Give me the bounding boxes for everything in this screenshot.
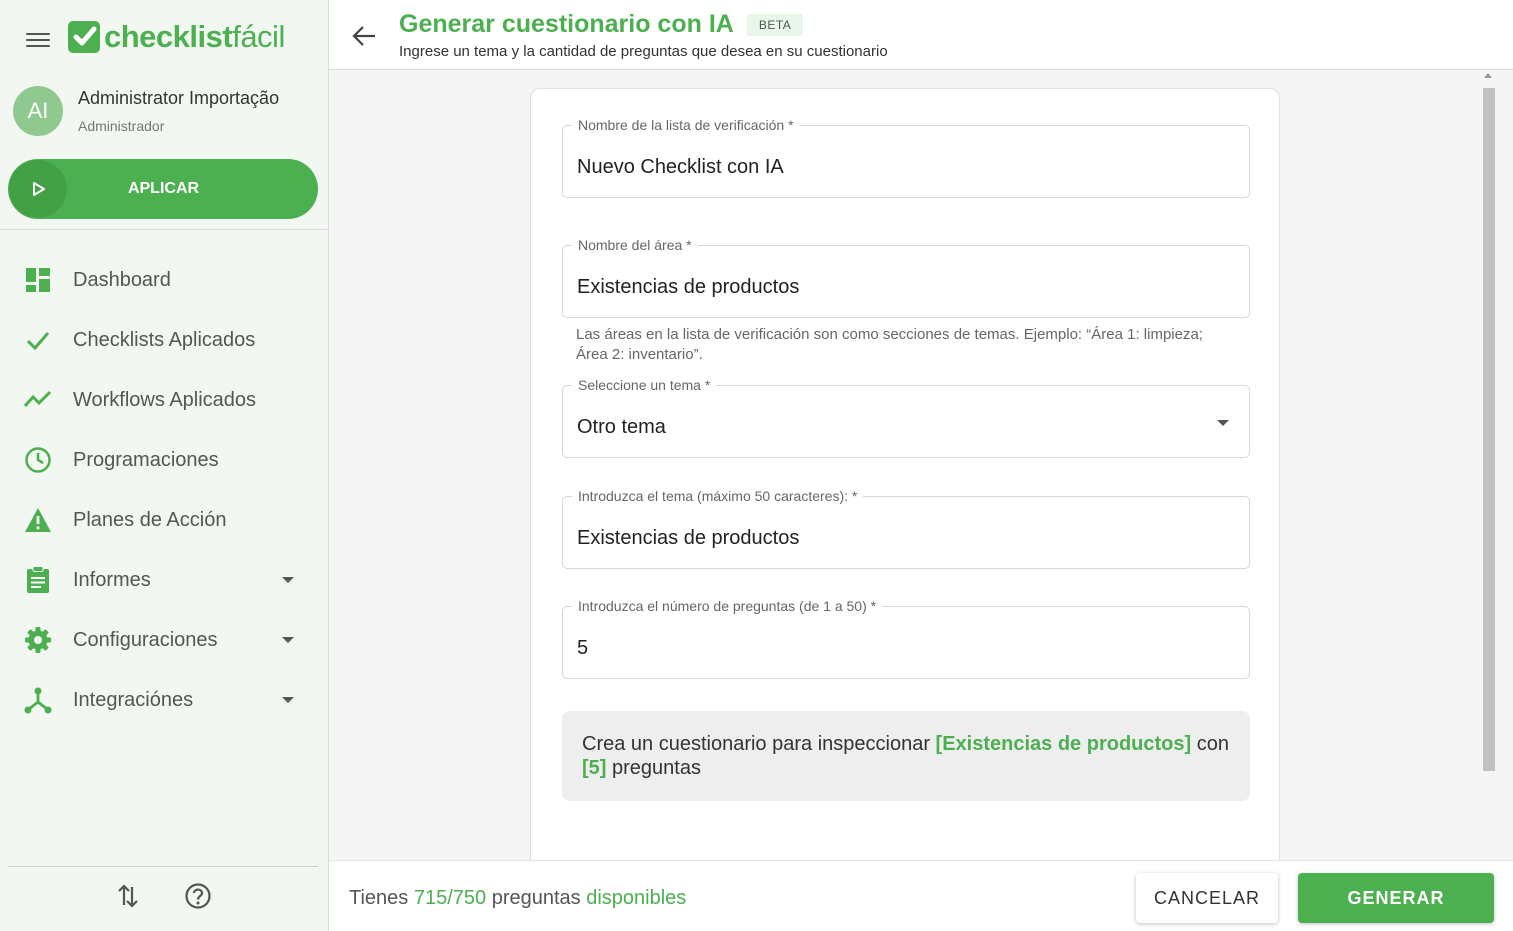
topic-input-field[interactable]: Introduzca el tema (máximo 50 caracteres… xyxy=(562,488,1250,569)
gear-icon xyxy=(24,626,52,654)
sidebar-item-label: Workflows Aplicados xyxy=(73,388,257,411)
sidebar-item-label: Informes xyxy=(73,568,151,591)
hub-icon xyxy=(24,686,52,714)
warning-icon xyxy=(24,506,52,534)
help-icon[interactable] xyxy=(184,882,212,910)
sidebar-item-reports[interactable]: Informes xyxy=(0,550,328,610)
back-arrow-icon[interactable] xyxy=(351,22,379,50)
page-title: Generar cuestionario con IA xyxy=(399,10,734,38)
sidebar-item-label: Programaciones xyxy=(73,448,219,471)
sidebar: checklistfácil AI Administrator Importaç… xyxy=(0,0,329,931)
generate-button[interactable]: GENERAR xyxy=(1298,873,1494,923)
field-label: Nombre del área * xyxy=(572,237,698,253)
trend-icon xyxy=(24,386,52,414)
apply-button-label: APLICAR xyxy=(127,180,200,197)
questions-available: Tienes 715/750 preguntas disponibles xyxy=(349,887,687,909)
user-name: Administrator Importação xyxy=(78,88,280,108)
clock-icon xyxy=(24,446,52,474)
topic-select-value[interactable]: Otro tema xyxy=(577,416,666,439)
sidebar-nav: Dashboard Checklists Aplicados Workflows… xyxy=(0,250,328,730)
chevron-down-icon[interactable] xyxy=(282,577,294,583)
sidebar-item-workflows[interactable]: Workflows Aplicados xyxy=(0,370,328,430)
beta-badge: BETA xyxy=(746,13,804,36)
topic-input[interactable]: Existencias de productos xyxy=(577,527,799,550)
scrollbar[interactable] xyxy=(1481,70,1513,860)
avatar: AI xyxy=(13,86,63,136)
area-helper-text: Las áreas en la lista de verificación so… xyxy=(576,326,1203,363)
field-label: Nombre de la lista de verificación * xyxy=(572,117,800,133)
question-count-field[interactable]: Introduzca el número de preguntas (de 1 … xyxy=(562,598,1250,679)
scrollbar-thumb[interactable] xyxy=(1483,88,1495,771)
question-count-input[interactable]: 5 xyxy=(577,637,588,660)
checklist-name-field[interactable]: Nombre de la lista de verificación * Nue… xyxy=(562,117,1250,198)
user-role: Administrador xyxy=(78,118,165,134)
page-footer: Tienes 715/750 preguntas disponibles CAN… xyxy=(329,860,1513,931)
sidebar-item-label: Checklists Aplicados xyxy=(73,328,256,351)
sidebar-item-schedules[interactable]: Programaciones xyxy=(0,430,328,490)
logo-check-icon xyxy=(68,21,100,53)
sidebar-item-label: Dashboard xyxy=(73,268,171,291)
sidebar-item-dashboard[interactable]: Dashboard xyxy=(0,250,328,310)
sidebar-item-action-plans[interactable]: Planes de Acción xyxy=(0,490,328,550)
check-icon xyxy=(24,326,52,354)
main-content: Nombre de la lista de verificación * Nue… xyxy=(329,70,1481,860)
chevron-down-icon[interactable] xyxy=(1217,420,1229,426)
topic-select[interactable]: Seleccione un tema * Otro tema xyxy=(562,377,1250,458)
dashboard-icon xyxy=(24,266,52,294)
sidebar-item-label: Planes de Acción xyxy=(73,508,227,531)
clipboard-icon xyxy=(24,566,52,594)
user-profile: AI Administrator Importação Administrado… xyxy=(13,86,279,136)
form-card: Nombre de la lista de verificación * Nue… xyxy=(530,88,1280,860)
checklist-name-input[interactable]: Nuevo Checklist con IA xyxy=(577,156,784,179)
chevron-down-icon[interactable] xyxy=(282,697,294,703)
field-label: Introduzca el número de preguntas (de 1 … xyxy=(572,598,883,614)
sidebar-item-settings[interactable]: Configuraciones xyxy=(0,610,328,670)
chevron-down-icon[interactable] xyxy=(282,637,294,643)
summary-count: [5] xyxy=(582,757,607,779)
area-name-field[interactable]: Nombre del área * Existencias de product… xyxy=(562,237,1250,318)
area-name-input[interactable]: Existencias de productos xyxy=(577,276,799,299)
sidebar-item-label: Integraciónes xyxy=(73,688,194,711)
summary-text: con xyxy=(1191,733,1229,755)
menu-icon[interactable] xyxy=(26,30,50,48)
play-icon xyxy=(9,160,67,218)
swap-vertical-icon[interactable] xyxy=(114,882,142,910)
summary-topic: [Existencias de productos] xyxy=(935,733,1192,755)
logo-text: checklistfácil xyxy=(104,19,285,54)
field-label: Seleccione un tema * xyxy=(572,377,717,393)
apply-button[interactable]: APLICAR xyxy=(8,159,318,219)
divider xyxy=(0,229,328,230)
sidebar-item-label: Configuraciones xyxy=(73,628,218,651)
sidebar-item-integrations[interactable]: Integraciónes xyxy=(0,670,328,730)
sidebar-item-checklists[interactable]: Checklists Aplicados xyxy=(0,310,328,370)
scroll-up-arrow-icon[interactable] xyxy=(1484,73,1492,78)
field-label: Introduzca el tema (máximo 50 caracteres… xyxy=(572,488,864,504)
page-header: Generar cuestionario con IA BETA Ingrese… xyxy=(329,0,1513,70)
summary-text: Crea un cuestionario para inspeccionar xyxy=(582,733,936,755)
cancel-button[interactable]: CANCELAR xyxy=(1136,873,1278,923)
app-logo[interactable]: checklistfácil xyxy=(68,19,285,54)
page-subtitle: Ingrese un tema y la cantidad de pregunt… xyxy=(399,43,888,60)
questions-count: 715/750 xyxy=(413,887,487,909)
divider xyxy=(8,866,318,867)
summary-text: preguntas xyxy=(606,757,701,779)
prompt-summary: Crea un cuestionario para inspeccionar [… xyxy=(562,711,1250,801)
